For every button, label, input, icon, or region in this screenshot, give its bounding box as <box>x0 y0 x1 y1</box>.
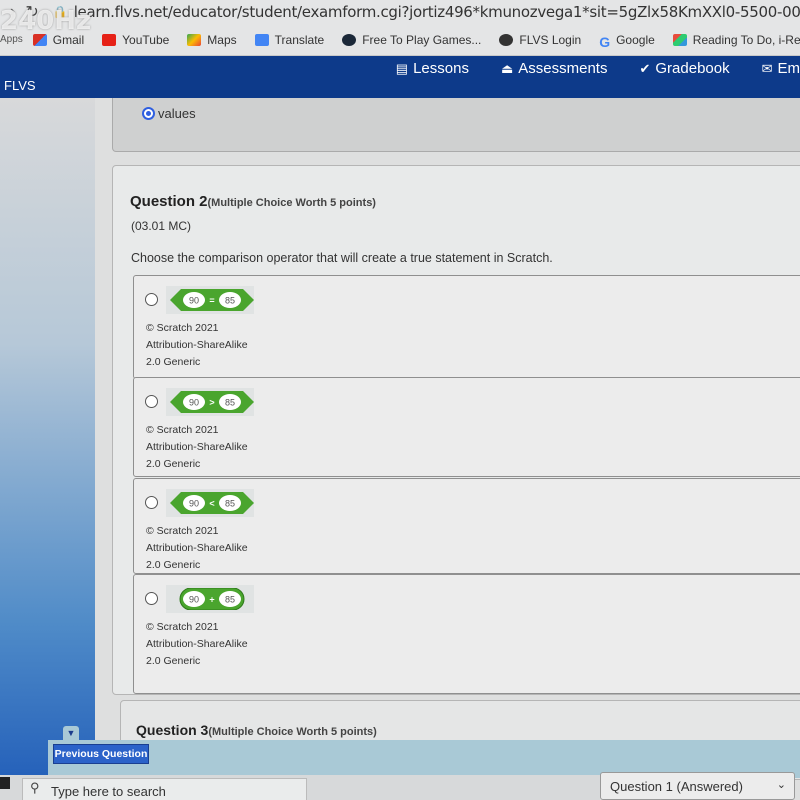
selected-radio[interactable] <box>142 107 155 120</box>
answer-option[interactable]: 90 85 > © Scratch 2021 Attribution-ShareAlik… <box>133 377 800 477</box>
nav-assessments[interactable]: ⏏ Assessments <box>501 60 608 77</box>
previous-question-card <box>112 98 800 152</box>
scratch-block-image: 90 85 + <box>166 585 254 613</box>
next-question-title: Question 3(Multiple Choice Worth 5 point… <box>136 722 377 738</box>
scratch-block-image: 90 85 > <box>166 388 254 416</box>
image-credit: © Scratch 2021 Attribution-ShareAlike 2.0 … <box>146 619 248 670</box>
credit-line: © Scratch 2021 <box>146 424 219 436</box>
check-icon: ✔ <box>639 60 651 76</box>
credit-line: 2.0 Generic <box>146 559 201 571</box>
left-operand-value: 90 <box>189 595 199 605</box>
bookmark-google[interactable]: G Google <box>599 33 655 50</box>
translate-icon <box>254 33 269 46</box>
nav-gradebook[interactable]: ✔ Gradebook <box>639 60 729 77</box>
question-title: Question 2(Multiple Choice Worth 5 point… <box>130 193 376 210</box>
taskbar-search-input[interactable]: Type here to search <box>22 778 307 800</box>
right-operand-value: 85 <box>225 595 235 605</box>
question-jump-select[interactable]: Question 1 (Answered) ⌄ <box>600 772 795 800</box>
google-icon: G <box>599 33 611 50</box>
credit-line: © Scratch 2021 <box>146 621 219 633</box>
option-radio[interactable] <box>145 592 158 605</box>
address-bar[interactable]: learn.flvs.net/educator/student/examform… <box>74 3 800 21</box>
app-header: FLVS ▤ Lessons ⏏ Assessments ✔ Gradebook ✉ E… <box>0 56 800 98</box>
chevron-down-icon: ⌄ <box>776 779 786 791</box>
credit-line: © Scratch 2021 <box>146 322 219 334</box>
bookmark-free-games[interactable]: Free To Play Games... <box>342 33 481 47</box>
bookmark-youtube[interactable]: YouTube <box>102 33 169 47</box>
globe-icon <box>499 33 514 46</box>
search-icon: ⚲ <box>30 780 40 795</box>
option-radio[interactable] <box>145 496 158 509</box>
bookmark-translate[interactable]: Translate <box>254 33 324 47</box>
reload-icon[interactable]: ↻ <box>25 2 38 22</box>
credit-line: Attribution-ShareAlike <box>146 542 248 554</box>
forward-icon[interactable]: › <box>10 3 15 21</box>
right-operand-value: 85 <box>225 296 235 306</box>
image-credit: © Scratch 2021 Attribution-ShareAlike 2.0 … <box>146 523 248 574</box>
scratch-block-image: 90 85 < <box>166 489 254 517</box>
question-code: (03.01 MC) <box>131 219 192 233</box>
answer-option[interactable]: 90 85 < © Scratch 2021 Attribution-ShareAlik… <box>133 478 800 574</box>
credit-line: Attribution-ShareAlike <box>146 339 248 351</box>
nav-email[interactable]: ✉ Em <box>762 60 800 77</box>
previous-question-button[interactable]: Previous Question <box>53 744 149 764</box>
bookmarks-bar: Apps Gmail YouTube Maps Translate Free T… <box>0 24 800 56</box>
credit-line: 2.0 Generic <box>146 655 201 667</box>
maps-icon <box>187 33 202 46</box>
operator-symbol: = <box>209 296 214 306</box>
left-operand-value: 90 <box>189 398 199 408</box>
operator-symbol: < <box>209 499 214 509</box>
browser-chrome: › ↻ 🔒 learn.flvs.net/educator/student/ex… <box>0 0 800 56</box>
mail-icon: ✉ <box>761 60 773 76</box>
scratch-operator-block: 90 85 > <box>170 391 254 413</box>
caret-down-icon: ▼ <box>66 728 76 738</box>
youtube-icon <box>102 33 117 46</box>
credit-line: Attribution-ShareAlike <box>146 638 248 650</box>
top-nav: ▤ Lessons ⏏ Assessments ✔ Gradebook ✉ Em <box>364 60 800 77</box>
operator-symbol: > <box>209 398 214 408</box>
windows-start-icon[interactable] <box>0 777 10 789</box>
book-icon: ▤ <box>395 60 409 76</box>
scratch-operator-block: 90 85 + <box>179 588 245 610</box>
bookmark-reading[interactable]: Reading To Do, i-Re... <box>672 33 800 47</box>
image-credit: © Scratch 2021 Attribution-ShareAlike 2.0 … <box>146 422 248 473</box>
answer-option[interactable]: 90 85 = © Scratch 2021 Attribution-ShareAlik… <box>133 275 800 379</box>
cube-icon <box>672 33 687 46</box>
collapse-nav-button[interactable]: ▼ <box>63 726 79 740</box>
scratch-block-image: 90 85 = <box>166 286 254 314</box>
question-worth: (Multiple Choice Worth 5 points) <box>207 197 376 209</box>
selected-answer-label: values <box>158 106 196 121</box>
image-credit: © Scratch 2021 Attribution-ShareAlike 2.0 … <box>146 320 248 371</box>
nav-lessons[interactable]: ▤ Lessons <box>396 60 469 77</box>
credit-line: 2.0 Generic <box>146 458 201 470</box>
option-radio[interactable] <box>145 395 158 408</box>
lock-icon[interactable]: 🔒 <box>53 5 68 19</box>
operator-symbol: + <box>209 595 214 605</box>
left-operand-value: 90 <box>189 296 199 306</box>
bookmark-gmail[interactable]: Gmail <box>32 33 84 47</box>
bookmark-flvs-login[interactable]: FLVS Login <box>499 33 581 47</box>
left-operand-value: 90 <box>189 499 199 509</box>
option-radio[interactable] <box>145 293 158 306</box>
address-row: › ↻ 🔒 learn.flvs.net/educator/student/ex… <box>0 0 800 24</box>
right-operand-value: 85 <box>225 398 235 408</box>
gmail-icon <box>32 33 47 46</box>
scratch-operator-block: 90 85 = <box>170 289 254 311</box>
inbox-icon: ⏏ <box>500 60 514 76</box>
bookmark-maps[interactable]: Maps <box>187 33 237 47</box>
question-prompt: Choose the comparison operator that will… <box>131 251 553 265</box>
credit-line: 2.0 Generic <box>146 356 201 368</box>
next-question-worth: (Multiple Choice Worth 5 points) <box>208 726 377 738</box>
answer-option[interactable]: 90 85 + © Scratch 2021 Attribution-ShareAlik… <box>133 574 800 694</box>
scratch-operator-block: 90 85 < <box>170 492 254 514</box>
brand-label: FLVS <box>4 78 36 93</box>
bookmark-apps[interactable]: Apps <box>0 34 23 45</box>
steam-icon <box>342 33 357 46</box>
desktop-background <box>0 98 95 800</box>
credit-line: © Scratch 2021 <box>146 525 219 537</box>
right-operand-value: 85 <box>225 499 235 509</box>
credit-line: Attribution-ShareAlike <box>146 441 248 453</box>
